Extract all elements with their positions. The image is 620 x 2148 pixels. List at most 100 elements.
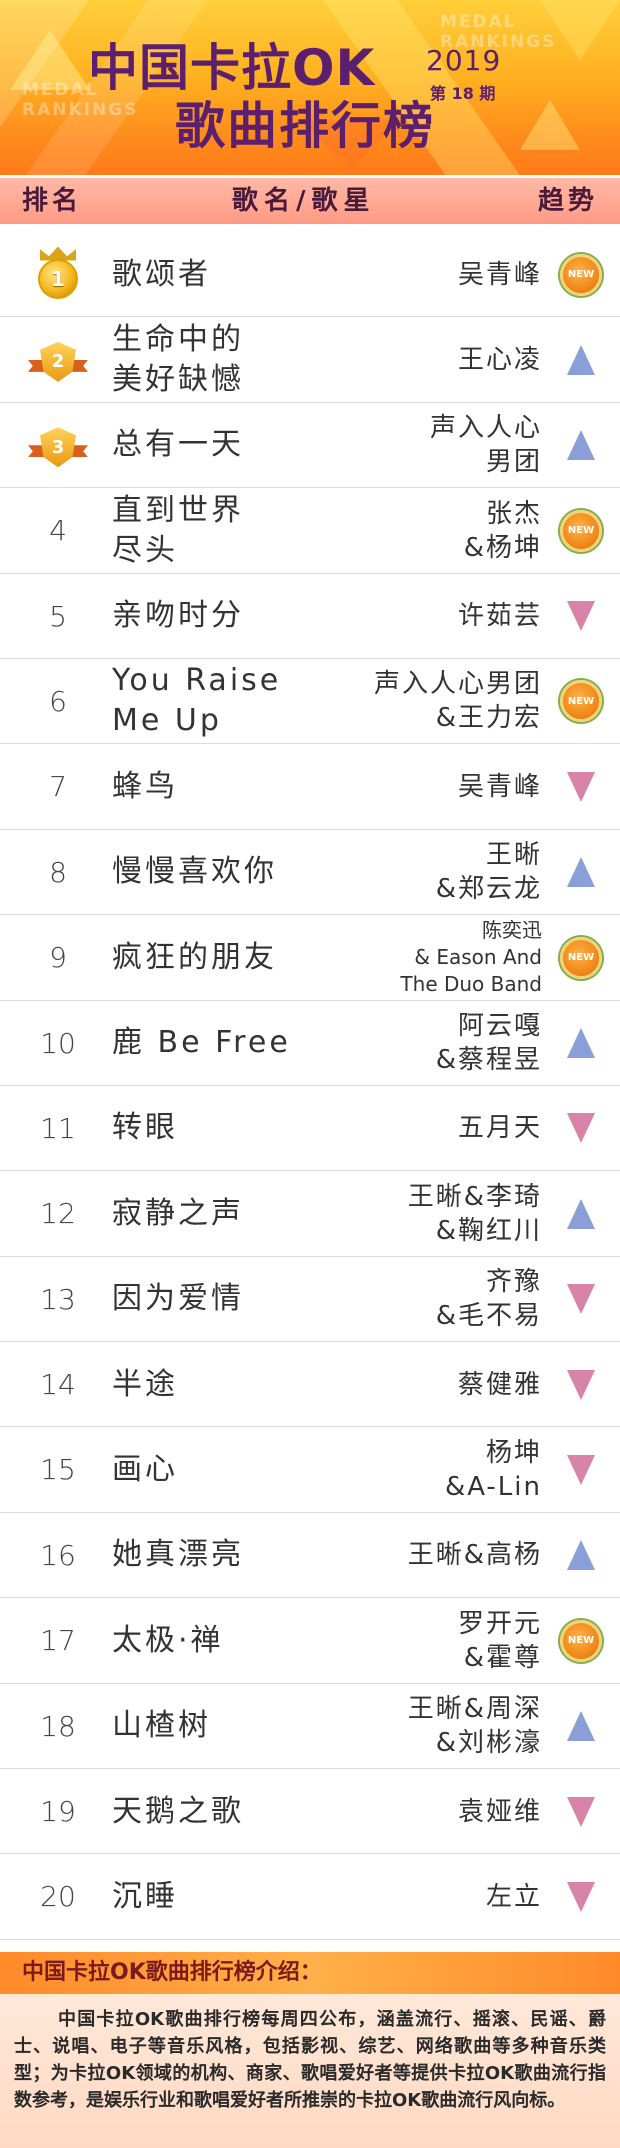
trend-cell xyxy=(556,744,606,829)
trend-cell xyxy=(556,1086,606,1171)
new-badge-icon: NEW xyxy=(560,1619,602,1662)
singer-name: 陈奕迅 & Eason And The Duo Band xyxy=(400,918,542,997)
rank-number: 17 xyxy=(40,1624,76,1658)
trend-down-icon xyxy=(567,1113,595,1144)
chart-title-line1: 中国卡拉OK xyxy=(88,39,376,97)
trend-cell xyxy=(556,1171,606,1256)
ranking-row[interactable]: 1 歌颂者 吴青峰 NEW xyxy=(0,232,620,318)
ranking-row[interactable]: 4 直到世界 尽头 张杰 &杨坤 NEW xyxy=(0,488,620,574)
ranking-row[interactable]: 13 因为爱情 齐豫 &毛不易 xyxy=(0,1257,620,1343)
trend-up-icon xyxy=(567,1540,595,1571)
rank-cell: 2 xyxy=(28,317,88,402)
rank-number: 16 xyxy=(40,1538,76,1572)
trend-cell: NEW xyxy=(556,232,606,317)
issue-label: 第 18 期 xyxy=(430,84,496,103)
decor-triangle xyxy=(520,100,580,150)
new-badge-icon: NEW xyxy=(560,253,602,296)
trend-down-icon xyxy=(567,601,595,632)
trend-cell xyxy=(556,1427,606,1512)
trend-down-icon xyxy=(567,1369,595,1400)
chart-title-line2: 歌曲排行榜 xyxy=(175,97,435,155)
rank-number: 3 xyxy=(40,427,76,468)
trend-up-icon xyxy=(567,857,595,888)
rank-cell: 5 xyxy=(28,574,88,659)
singer-name: 阿云嘎 &蔡程昱 xyxy=(435,1011,542,1076)
column-song-singer: 歌名/歌星 xyxy=(232,186,376,216)
ranking-row[interactable]: 17 太极·禅 罗开元 &霍尊 NEW xyxy=(0,1598,620,1684)
ranking-row[interactable]: 2 生命中的 美好缺憾 王心凌 xyxy=(0,317,620,403)
trend-up-icon xyxy=(567,1198,595,1229)
rank-cell: 17 xyxy=(28,1598,88,1683)
trend-down-icon xyxy=(567,1284,595,1315)
trend-cell xyxy=(556,1769,606,1854)
medal-icon: 1 xyxy=(34,246,82,301)
singer-name: 五月天 xyxy=(457,1113,542,1144)
ranking-row[interactable]: 6 You Raise Me Up 声入人心男团 &王力宏 NEW xyxy=(0,659,620,745)
singer-name: 王晰&李琦 &鞠红川 xyxy=(407,1181,542,1246)
ranking-row[interactable]: 19 天鹅之歌 袁娅维 xyxy=(0,1769,620,1855)
rank-cell: 15 xyxy=(28,1427,88,1512)
intro-section: 中国卡拉OK歌曲排行榜每周四公布，涵盖流行、摇滚、民谣、爵士、说唱、电子等音乐风… xyxy=(0,1994,620,2148)
rank-cell: 9 xyxy=(28,915,88,1000)
trend-cell xyxy=(556,403,606,488)
singer-name: 王晰&周深 &刘彬濠 xyxy=(407,1694,542,1759)
year-label: 2019 xyxy=(426,44,502,77)
rank-number: 2 xyxy=(40,341,76,382)
trend-cell xyxy=(556,1854,606,1939)
column-header-bar: 排名 歌名/歌星 趋势 xyxy=(0,178,620,224)
trend-cell: NEW xyxy=(556,488,606,573)
intro-text: 中国卡拉OK歌曲排行榜每周四公布，涵盖流行、摇滚、民谣、爵士、说唱、电子等音乐风… xyxy=(14,2009,606,2111)
ranking-row[interactable]: 16 她真漂亮 王晰&高杨 xyxy=(0,1513,620,1599)
rank-cell: 14 xyxy=(28,1342,88,1427)
intro-title: 中国卡拉OK歌曲排行榜介绍： xyxy=(22,1960,322,1985)
singer-name: 袁娅维 xyxy=(457,1796,542,1827)
rank-cell: 7 xyxy=(28,744,88,829)
rank-number: 19 xyxy=(40,1795,76,1829)
trend-up-icon xyxy=(567,1028,595,1059)
singer-name: 杨坤 &A-Lin xyxy=(444,1437,542,1502)
ranking-row[interactable]: 7 蜂鸟 吴青峰 xyxy=(0,744,620,830)
column-rank: 排名 xyxy=(22,186,83,216)
ranking-row[interactable]: 15 画心 杨坤 &A-Lin xyxy=(0,1427,620,1513)
ranking-row[interactable]: 18 山楂树 王晰&周深 &刘彬濠 xyxy=(0,1684,620,1770)
singer-name: 齐豫 &毛不易 xyxy=(435,1267,542,1332)
singer-name: 吴青峰 xyxy=(457,259,542,290)
ranking-row[interactable]: 8 慢慢喜欢你 王晰 &郑云龙 xyxy=(0,830,620,916)
trend-cell xyxy=(556,1001,606,1086)
rank-cell: 3 xyxy=(28,403,88,488)
ranking-row[interactable]: 14 半途 蔡健雅 xyxy=(0,1342,620,1428)
rank-cell: 6 xyxy=(28,659,88,744)
header-banner: MEDAL RANKINGS MEDAL RANKINGS 中国卡拉OK 201… xyxy=(0,0,620,175)
ranking-row[interactable]: 20 沉睡 左立 xyxy=(0,1854,620,1940)
rank-number: 14 xyxy=(40,1368,76,1402)
new-badge-icon: NEW xyxy=(560,509,602,552)
singer-name: 张杰 &杨坤 xyxy=(463,498,542,563)
ranking-row[interactable]: 9 疯狂的朋友 陈奕迅 & Eason And The Duo Band NEW xyxy=(0,915,620,1001)
ranking-row[interactable]: 12 寂静之声 王晰&李琦 &鞠红川 xyxy=(0,1171,620,1257)
trend-cell xyxy=(556,1257,606,1342)
rank-number: 1 xyxy=(38,258,78,299)
ranking-row[interactable]: 5 亲吻时分 许茹芸 xyxy=(0,574,620,659)
new-badge-icon: NEW xyxy=(560,936,602,979)
trend-cell xyxy=(556,317,606,402)
rank-number: 20 xyxy=(40,1880,76,1914)
rank-number: 8 xyxy=(49,855,67,889)
rank-number: 4 xyxy=(49,514,67,548)
trend-up-icon xyxy=(567,344,595,375)
singer-name: 声入人心 男团 xyxy=(429,413,542,478)
ranking-row[interactable]: 10 鹿 Be Free 阿云嘎 &蔡程昱 xyxy=(0,1001,620,1086)
trend-cell: NEW xyxy=(556,659,606,744)
rank-number: 18 xyxy=(40,1709,76,1743)
ranking-row[interactable]: 11 转眼 五月天 xyxy=(0,1086,620,1172)
trend-cell xyxy=(556,830,606,915)
column-trend: 趋势 xyxy=(537,186,598,216)
rank-number: 6 xyxy=(49,684,67,718)
rank-number: 15 xyxy=(40,1453,76,1487)
singer-name: 蔡健雅 xyxy=(457,1369,542,1400)
ranking-row[interactable]: 3 总有一天 声入人心 男团 xyxy=(0,403,620,489)
trend-down-icon xyxy=(567,771,595,802)
singer-name: 王晰 &郑云龙 xyxy=(435,840,542,905)
intro-header: 中国卡拉OK歌曲排行榜介绍： xyxy=(0,1952,620,1994)
rank-number: 13 xyxy=(40,1282,76,1316)
rank-number: 9 xyxy=(49,941,67,975)
